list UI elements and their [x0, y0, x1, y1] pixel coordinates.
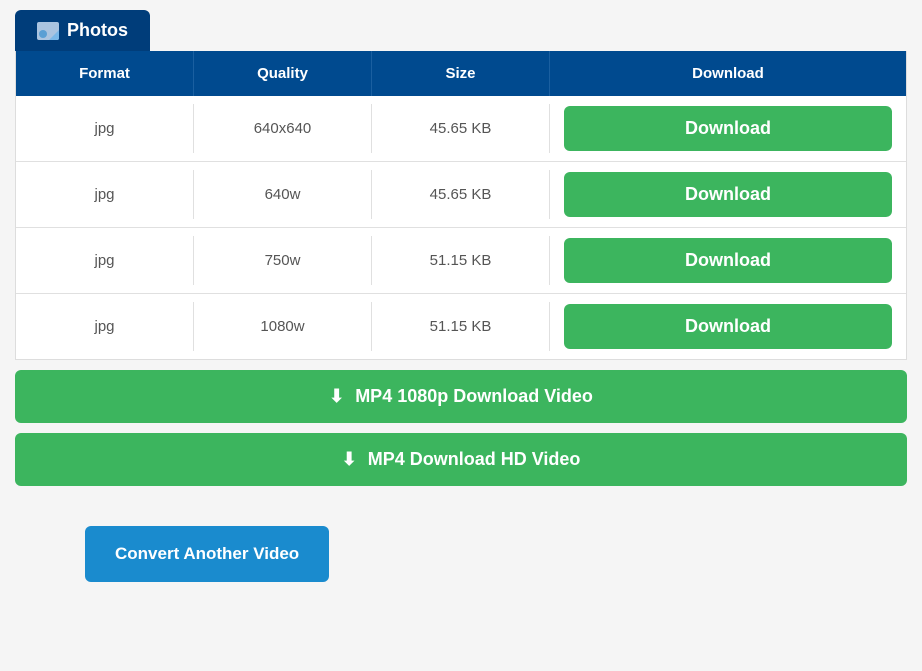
cell-format-2: jpg	[16, 236, 194, 285]
video-download-section: ⬇ MP4 1080p Download Video ⬇ MP4 Downloa…	[15, 370, 907, 486]
download-button-0[interactable]: Download	[564, 106, 892, 151]
cell-format-0: jpg	[16, 104, 194, 153]
convert-button-label: Convert Another Video	[115, 544, 299, 563]
cell-download-0: Download	[550, 96, 906, 161]
cell-size-2: 51.15 KB	[372, 236, 550, 285]
mp4-1080p-label: MP4 1080p Download Video	[355, 386, 593, 406]
header-size: Size	[372, 51, 550, 96]
cell-format-3: jpg	[16, 302, 194, 351]
table-row: jpg 640x640 45.65 KB Download	[16, 96, 906, 162]
table-row: jpg 640w 45.65 KB Download	[16, 162, 906, 228]
cell-quality-1: 640w	[194, 170, 372, 219]
mp4-1080p-button[interactable]: ⬇ MP4 1080p Download Video	[15, 370, 907, 423]
header-download: Download	[550, 51, 906, 96]
header-format: Format	[16, 51, 194, 96]
cell-quality-3: 1080w	[194, 302, 372, 351]
convert-section: Convert Another Video	[15, 486, 907, 582]
download-button-2[interactable]: Download	[564, 238, 892, 283]
download-icon-1080p: ⬇	[329, 386, 344, 406]
cell-size-0: 45.65 KB	[372, 104, 550, 153]
photos-icon	[37, 22, 59, 40]
download-button-1[interactable]: Download	[564, 172, 892, 217]
cell-download-1: Download	[550, 162, 906, 227]
table-row: jpg 750w 51.15 KB Download	[16, 228, 906, 294]
cell-size-3: 51.15 KB	[372, 302, 550, 351]
mp4-hd-button[interactable]: ⬇ MP4 Download HD Video	[15, 433, 907, 486]
download-icon-hd: ⬇	[342, 449, 357, 469]
table-body: jpg 640x640 45.65 KB Download jpg 640w 4…	[16, 96, 906, 359]
photos-tab[interactable]: Photos	[15, 10, 150, 51]
cell-size-1: 45.65 KB	[372, 170, 550, 219]
cell-quality-2: 750w	[194, 236, 372, 285]
table-header-row: Format Quality Size Download	[16, 51, 906, 96]
download-button-3[interactable]: Download	[564, 304, 892, 349]
mp4-hd-label: MP4 Download HD Video	[368, 449, 581, 469]
cell-download-3: Download	[550, 294, 906, 359]
download-table: Format Quality Size Download jpg 640x640…	[15, 51, 907, 360]
cell-quality-0: 640x640	[194, 104, 372, 153]
header-quality: Quality	[194, 51, 372, 96]
main-container: Photos Format Quality Size Download jpg …	[15, 10, 907, 582]
convert-another-button[interactable]: Convert Another Video	[85, 526, 329, 582]
cell-format-1: jpg	[16, 170, 194, 219]
table-row: jpg 1080w 51.15 KB Download	[16, 294, 906, 359]
tab-label: Photos	[67, 20, 128, 41]
cell-download-2: Download	[550, 228, 906, 293]
